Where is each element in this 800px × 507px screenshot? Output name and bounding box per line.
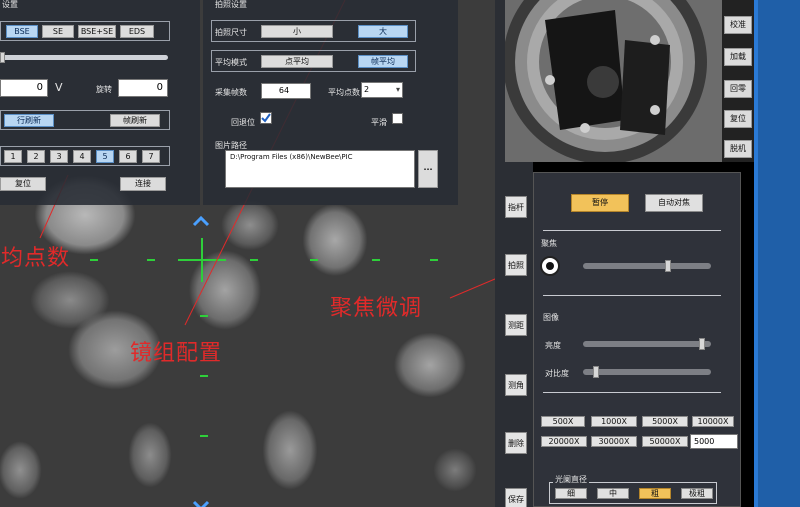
focus-target-icon[interactable] — [540, 256, 560, 276]
aperture-label: 光阑直径 — [553, 474, 589, 485]
speed-4-button[interactable]: 4 — [73, 150, 91, 163]
focus-tune-annotation: 聚焦微调 — [330, 296, 423, 321]
point-average-button[interactable]: 点平均 — [261, 55, 333, 68]
delete-button[interactable]: 删除 — [505, 432, 527, 454]
chevron-down-icon[interactable] — [192, 496, 210, 507]
rotate-label: 旋转 — [96, 85, 112, 94]
pause-button[interactable]: 暂停 — [571, 194, 629, 212]
sample-stage-icon — [505, 0, 723, 162]
mag-1000x-button[interactable]: 1000X — [591, 416, 637, 427]
pointer-tool-button[interactable]: 指杆 — [505, 196, 527, 218]
magnification-input[interactable]: 5000 — [690, 434, 738, 449]
frames-label: 采集帧数 — [215, 88, 247, 97]
detector-bse-button[interactable]: BSE — [6, 25, 38, 38]
browse-button[interactable]: ... — [418, 150, 438, 188]
mag-30000x-button[interactable]: 30000X — [591, 436, 637, 447]
smooth-checkbox[interactable] — [392, 113, 403, 124]
avg-points-annotation: 平均点数 — [0, 246, 71, 271]
speed-2-button[interactable]: 2 — [27, 150, 45, 163]
stage-reset-button[interactable]: 复位 — [724, 110, 752, 128]
load-button[interactable]: 加载 — [724, 48, 752, 66]
path-value: D:\Program Files (x86)\NewBee\PIC — [230, 153, 353, 161]
smooth-label: 平滑 — [371, 118, 387, 127]
aperture-coarse-button[interactable]: 粗 — [639, 488, 671, 499]
contrast-slider-thumb[interactable] — [592, 366, 599, 378]
voltage-unit-label: V — [55, 81, 63, 94]
mag-20000x-button[interactable]: 20000X — [541, 436, 587, 447]
window-edge-inner — [754, 0, 758, 507]
check-icon — [261, 113, 271, 123]
chevron-down-icon[interactable]: ▾ — [396, 83, 400, 97]
home-button[interactable]: 回零 — [724, 80, 752, 98]
detector-eds-button[interactable]: EDS — [120, 25, 154, 38]
speed-1-button[interactable]: 1 — [4, 150, 22, 163]
control-panel — [533, 172, 741, 507]
focus-label: 聚焦 — [541, 239, 557, 248]
measure-angle-button[interactable]: 测角 — [505, 374, 527, 396]
path-textbox[interactable]: D:\Program Files (x86)\NewBee\PIC — [225, 150, 415, 188]
mag-5000x-button[interactable]: 5000X — [642, 416, 688, 427]
separator — [543, 230, 721, 231]
image-label: 图像 — [543, 313, 559, 322]
focus-slider-thumb[interactable] — [664, 260, 671, 272]
aperture-fine-button[interactable]: 细 — [555, 488, 587, 499]
lens-config-annotation: 镜组配置 — [130, 341, 223, 366]
window-edge — [754, 0, 800, 507]
return-label: 回退位 — [231, 118, 255, 127]
speed-7-button[interactable]: 7 — [142, 150, 160, 163]
offline-button[interactable]: 脱机 — [724, 140, 752, 158]
chevron-up-icon[interactable] — [192, 212, 210, 227]
focus-slider[interactable] — [583, 263, 711, 269]
avg-mode-label: 平均模式 — [215, 58, 247, 67]
camera-view[interactable] — [505, 0, 723, 162]
line-refresh-button[interactable]: 行刷新 — [4, 114, 54, 127]
scan-settings-panel: 设置 BSE SE BSE+SE EDS 0 V 旋转 0 行刷新 帧刷新 1 … — [0, 0, 200, 205]
size-small-button[interactable]: 小 — [261, 25, 333, 38]
reset-button[interactable]: 复位 — [0, 177, 46, 191]
capture-tool-button[interactable]: 拍照 — [505, 254, 527, 276]
contrast-label: 对比度 — [545, 369, 569, 378]
save-button[interactable]: 保存 — [505, 488, 527, 507]
connect-button[interactable]: 连接 — [120, 177, 166, 191]
contrast-slider[interactable] — [583, 369, 711, 375]
mag-10000x-button[interactable]: 10000X — [692, 416, 734, 427]
sem-application-window: 设置 BSE SE BSE+SE EDS 0 V 旋转 0 行刷新 帧刷新 1 … — [0, 0, 800, 507]
calibrate-button[interactable]: 校准 — [724, 16, 752, 34]
capture-settings-panel: 拍照设置 拍照尺寸 小 大 平均模式 点平均 帧平均 采集帧数 64 平均点数 … — [203, 0, 458, 205]
measure-distance-button[interactable]: 测距 — [505, 314, 527, 336]
scan-settings-title: 设置 — [2, 0, 18, 9]
avg-points-label: 平均点数 — [328, 88, 360, 97]
return-checkbox[interactable] — [260, 112, 272, 124]
speed-3-button[interactable]: 3 — [50, 150, 68, 163]
separator — [543, 295, 721, 296]
speed-6-button[interactable]: 6 — [119, 150, 137, 163]
speed-5-button[interactable]: 5 — [96, 150, 114, 163]
avg-points-value: 2 — [364, 85, 370, 94]
avg-points-select[interactable]: 2 ▾ — [361, 82, 403, 98]
detector-se-button[interactable]: SE — [42, 25, 74, 38]
frames-input[interactable]: 64 — [261, 83, 311, 99]
size-large-button[interactable]: 大 — [358, 25, 408, 38]
detector-bse-se-button[interactable]: BSE+SE — [78, 25, 116, 38]
voltage-input[interactable]: 0 — [0, 79, 48, 97]
frame-average-button[interactable]: 帧平均 — [358, 55, 408, 68]
aperture-medium-button[interactable]: 中 — [597, 488, 629, 499]
mag-500x-button[interactable]: 500X — [541, 416, 585, 427]
capture-settings-title: 拍照设置 — [215, 0, 247, 9]
frame-refresh-button[interactable]: 帧刷新 — [110, 114, 160, 127]
brightness-slider[interactable] — [583, 341, 711, 347]
voltage-slider-thumb[interactable] — [0, 52, 5, 63]
size-label: 拍照尺寸 — [215, 28, 247, 37]
aperture-extra-coarse-button[interactable]: 极粗 — [681, 488, 713, 499]
brightness-slider-thumb[interactable] — [698, 338, 705, 350]
mag-50000x-button[interactable]: 50000X — [642, 436, 688, 447]
voltage-slider-track[interactable] — [0, 55, 168, 60]
rotate-input[interactable]: 0 — [118, 79, 168, 97]
brightness-label: 亮度 — [545, 341, 561, 350]
autofocus-button[interactable]: 自动对焦 — [645, 194, 703, 212]
separator — [543, 392, 721, 393]
